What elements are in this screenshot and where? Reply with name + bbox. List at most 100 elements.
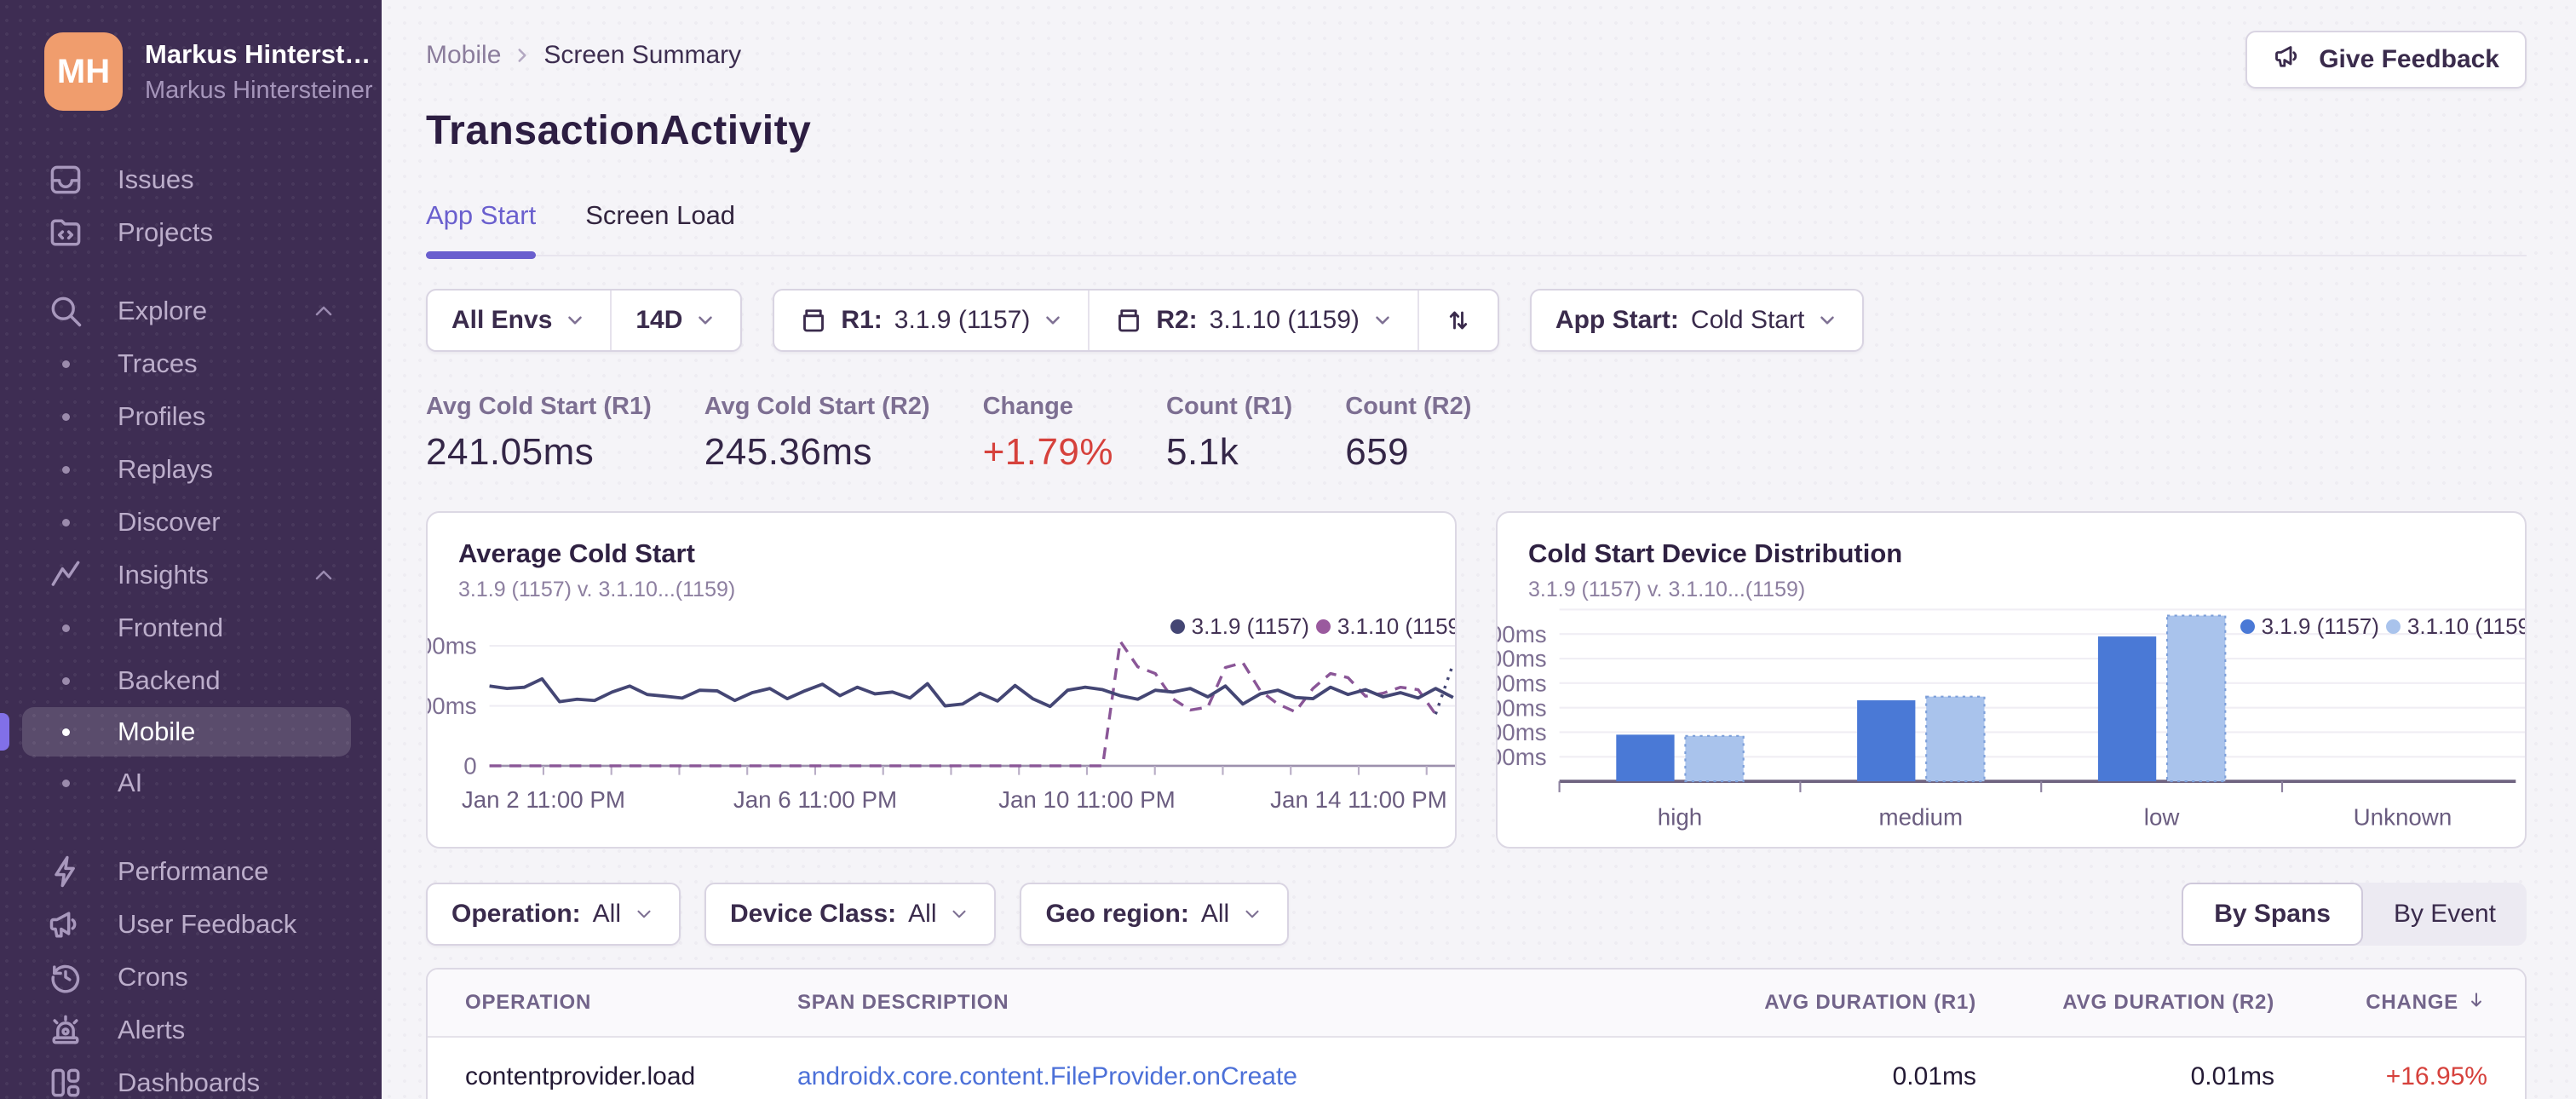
release-r1-prefix: R1: — [841, 306, 883, 334]
sidebar-item-label: Projects — [118, 217, 213, 247]
filter-geo-region-button[interactable]: Geo region: All — [1021, 884, 1287, 944]
bullet-icon — [46, 676, 85, 685]
column-header-change[interactable]: Change — [2274, 989, 2487, 1017]
bullet-icon — [46, 465, 85, 474]
give-feedback-button[interactable]: Give Feedback — [2245, 31, 2527, 89]
svg-text:300ms: 300ms — [1498, 694, 1547, 721]
breadcrumb-section[interactable]: Mobile — [426, 41, 501, 70]
sidebar-item-user-feedback[interactable]: User Feedback — [22, 898, 351, 951]
svg-text:Unknown: Unknown — [2354, 803, 2452, 830]
sidebar-item-dashboards[interactable]: Dashboards — [22, 1056, 351, 1099]
page-title: TransactionActivity — [426, 108, 812, 153]
sidebar-item-replays[interactable]: Replays — [22, 443, 351, 496]
sidebar-item-performance[interactable]: Performance — [22, 845, 351, 898]
chart-subtitle: 3.1.9 (1157) v. 3.1.10...(1159) — [1528, 578, 1806, 601]
sidebar-item-ai[interactable]: AI — [22, 757, 351, 809]
svg-text:Jan 2 11:00 PM: Jan 2 11:00 PM — [462, 786, 625, 813]
svg-text:low: low — [2144, 803, 2181, 830]
svg-text:100ms: 100ms — [1498, 744, 1547, 770]
release-compare-group: R1: 3.1.9 (1157) R2: 3.1.10 (1159) — [773, 289, 1499, 352]
sidebar-item-alerts[interactable]: Alerts — [22, 1004, 351, 1056]
sidebar-item-crons[interactable]: Crons — [22, 951, 351, 1004]
column-header-avg-duration-r2[interactable]: Avg Duration (R2) — [1976, 991, 2274, 1015]
bullet-icon — [46, 624, 85, 632]
filter-prefix: Device Class: — [730, 900, 897, 928]
filter-geo-region: Geo region: All — [1020, 883, 1290, 946]
tab-app-start[interactable]: App Start — [426, 200, 537, 259]
chart-title: Cold Start Device Distribution — [1528, 538, 1903, 568]
environment-filter[interactable]: All Envs — [428, 291, 610, 350]
sidebar-item-label: Crons — [118, 962, 188, 992]
svg-text:Jan 6 11:00 PM: Jan 6 11:00 PM — [733, 786, 897, 813]
tab-screen-load[interactable]: Screen Load — [585, 200, 735, 255]
stat-value: 659 — [1345, 431, 1410, 473]
filter-device-class-button[interactable]: Device Class: All — [706, 884, 994, 944]
topbar: Mobile Screen Summary Give Feedback — [426, 0, 2527, 89]
sidebar-item-label: Profiles — [118, 401, 206, 431]
sidebar-item-profiles[interactable]: Profiles — [22, 390, 351, 443]
swap-releases-button[interactable] — [1417, 291, 1498, 350]
chart-subtitle: 3.1.9 (1157) v. 3.1.10...(1159) — [458, 578, 736, 601]
nav-section: Performance User Feedback Crons Alerts Dashb… — [0, 845, 382, 1099]
legend-item[interactable]: 3.1.10 (1159 — [2385, 613, 2525, 640]
stat-value: 241.05ms — [426, 431, 595, 473]
cell-span-description[interactable]: androidx.core.content.FileProvider.onCre… — [797, 1062, 1670, 1091]
sidebar-item-frontend[interactable]: Frontend — [22, 601, 351, 654]
legend-dot-icon — [2385, 619, 2401, 634]
filter-operation: Operation: All — [426, 883, 681, 946]
inbox-icon — [46, 160, 85, 199]
bullet-icon — [46, 518, 85, 526]
legend-dot-icon — [1315, 619, 1331, 634]
toggle-by-event[interactable]: By Event — [2363, 883, 2527, 946]
sidebar-item-projects[interactable]: Projects — [22, 206, 351, 259]
sidebar-item-label: Frontend — [118, 613, 224, 642]
sidebar-item-traces[interactable]: Traces — [22, 337, 351, 390]
sidebar-item-mobile[interactable]: Mobile — [0, 707, 351, 757]
user-menu[interactable]: MH Markus Hinterst… Markus Hintersteiner — [44, 32, 373, 111]
legend-item[interactable]: 3.1.10 (1159 — [1315, 613, 1455, 640]
stat-value: 245.36ms — [704, 431, 873, 473]
swap-arrows-icon — [1443, 305, 1474, 336]
bullet-icon — [46, 360, 85, 368]
sidebar-item-issues[interactable]: Issues — [22, 153, 351, 206]
chart-title: Average Cold Start — [458, 538, 695, 568]
chart-legend: 3.1.9 (1157) 3.1.10 (1159 — [2240, 613, 2525, 640]
charts-row: Average Cold Start 3.1.9 (1157) v. 3.1.1… — [426, 511, 2527, 849]
bullet-icon — [46, 728, 85, 736]
sidebar-item-label: Discover — [118, 507, 221, 537]
cell-avg-duration-r1: 0.01ms — [1892, 1062, 1976, 1090]
release-r1-selector[interactable]: R1: 3.1.9 (1157) — [774, 291, 1088, 350]
release-r2-selector[interactable]: R2: 3.1.10 (1159) — [1088, 291, 1417, 350]
appstart-type-filter[interactable]: App Start: Cold Start — [1532, 291, 1862, 350]
legend-item[interactable]: 3.1.9 (1157) — [1170, 613, 1309, 640]
sidebar-item-backend[interactable]: Backend — [22, 654, 351, 707]
column-header-avg-duration-r1[interactable]: Avg Duration (R1) — [1670, 991, 1976, 1015]
filter-operation-button[interactable]: Operation: All — [428, 884, 679, 944]
history-icon — [46, 958, 85, 997]
legend-label: 3.1.9 (1157) — [1191, 613, 1309, 639]
chevron-up-icon — [310, 561, 337, 589]
sidebar-item-insights[interactable]: Insights — [22, 549, 351, 601]
appstart-prefix: App Start: — [1555, 306, 1679, 334]
filter-device-class: Device Class: All — [704, 883, 997, 946]
filter-value: All — [1200, 900, 1230, 928]
period-filter[interactable]: 14D — [610, 291, 740, 350]
sidebar-item-explore[interactable]: Explore — [22, 285, 351, 337]
toggle-by-spans[interactable]: By Spans — [2182, 883, 2363, 946]
svg-text:400ms: 400ms — [428, 633, 477, 659]
release-r2-prefix: R2: — [1156, 306, 1198, 334]
legend-item[interactable]: 3.1.9 (1157) — [2240, 613, 2379, 640]
view-toggle: By Spans By Event — [2182, 883, 2527, 946]
column-header-operation[interactable]: Operation — [465, 991, 797, 1015]
column-header-span-description[interactable]: Span Description — [797, 991, 1670, 1015]
stat-change: Change +1.79% — [983, 393, 1113, 474]
chevron-down-icon — [948, 903, 970, 925]
legend-dot-icon — [2240, 619, 2255, 634]
stat-label: Change — [982, 393, 1073, 420]
user-org: Markus Hintersteiner — [145, 76, 373, 104]
filter-prefix: Operation: — [451, 900, 581, 928]
stat-avg-cold-start-r2: Avg Cold Start (R2) 245.36ms — [704, 393, 930, 474]
stat-count-r2: Count (R2) 659 — [1345, 393, 1471, 474]
cell-operation: contentprovider.load — [465, 1062, 696, 1090]
sidebar-item-discover[interactable]: Discover — [22, 496, 351, 549]
